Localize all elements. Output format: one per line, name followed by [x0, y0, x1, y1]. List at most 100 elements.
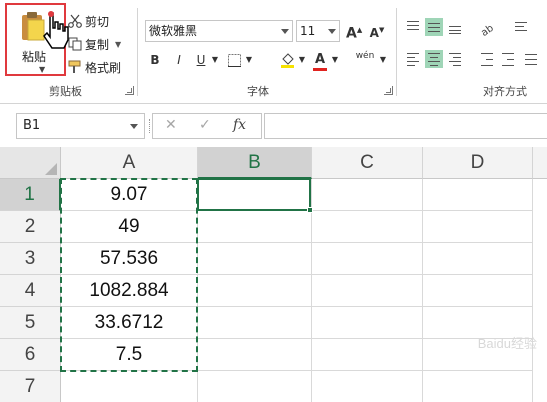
format-painter-label: 格式刷 [85, 60, 122, 75]
cell-c6[interactable] [312, 339, 423, 371]
copy-icon [68, 37, 82, 51]
cancel-icon[interactable]: ✕ [165, 117, 177, 133]
format-painter-icon [68, 60, 81, 73]
align-middle-button[interactable] [425, 18, 443, 36]
align-right-button[interactable] [446, 50, 464, 68]
ribbon: 粘贴 ▼ 剪切 复制 ▼ 格式刷 剪贴板 微软雅黑 11 A▲ A▼ B I U… [0, 0, 547, 103]
copy-label: 复制 [85, 37, 110, 52]
group-divider [396, 8, 397, 96]
border-button[interactable] [225, 50, 243, 70]
cell-b6[interactable] [198, 339, 312, 371]
chevron-down-icon [130, 124, 138, 129]
font-size-select[interactable]: 11 [296, 20, 340, 42]
cell-b5[interactable] [198, 307, 312, 339]
format-painter-button[interactable]: 格式刷 [68, 57, 121, 77]
paint-bucket-icon [280, 53, 294, 68]
cut-button[interactable]: 剪切 [68, 11, 109, 31]
chevron-down-icon[interactable]: ▼ [244, 50, 254, 70]
row-header-1[interactable]: 1 [0, 179, 61, 211]
formula-tools: ✕ ✓ fx [152, 113, 262, 139]
cell-d7[interactable] [423, 371, 533, 402]
align-left-button[interactable] [404, 50, 422, 68]
italic-letter: I [177, 53, 181, 67]
select-all-icon [45, 163, 57, 175]
font-name-select[interactable]: 微软雅黑 [145, 20, 293, 42]
insert-function-icon[interactable]: fx [233, 117, 246, 133]
row-header-5[interactable]: 5 [0, 307, 61, 339]
cell-c7[interactable] [312, 371, 423, 402]
cell-c2[interactable] [312, 211, 423, 243]
name-box[interactable]: B1 [16, 113, 145, 139]
column-header-a[interactable]: A [61, 147, 198, 179]
font-color-icon [313, 68, 327, 71]
merge-center-button[interactable] [522, 50, 540, 68]
bold-letter: B [150, 53, 160, 67]
orientation-button[interactable]: ab [478, 18, 496, 39]
chevron-down-icon [328, 29, 336, 34]
row-header-6[interactable]: 6 [0, 339, 61, 371]
font-size-value: 11 [300, 24, 316, 38]
cell-b4[interactable] [198, 275, 312, 307]
underline-letter: U [196, 53, 206, 67]
row-header-7[interactable]: 7 [0, 371, 61, 402]
increase-font-button[interactable]: A▲ [346, 20, 362, 42]
decrease-font-letter: A [369, 26, 379, 40]
border-icon [227, 54, 241, 67]
cell-b2[interactable] [198, 211, 312, 243]
clipboard-group-label: 剪贴板 [49, 85, 82, 98]
phonetic-label: wén [355, 51, 375, 61]
cell-b7[interactable] [198, 371, 312, 402]
formula-bar: B1 ✕ ✓ fx [0, 103, 547, 147]
chevron-down-icon[interactable]: ▼ [297, 50, 307, 70]
chevron-down-icon[interactable]: ▼ [115, 40, 121, 49]
align-center-button[interactable] [425, 50, 443, 68]
name-box-value: B1 [23, 118, 41, 133]
chevron-down-icon [281, 29, 289, 34]
cell-d3[interactable] [423, 243, 533, 275]
enter-icon[interactable]: ✓ [199, 117, 211, 133]
bold-button[interactable]: B [147, 50, 163, 70]
underline-button[interactable]: U [193, 50, 209, 70]
row-header-2[interactable]: 2 [0, 211, 61, 243]
font-name-value: 微软雅黑 [149, 24, 198, 38]
chevron-down-icon[interactable]: ▼ [378, 50, 388, 70]
chevron-down-icon[interactable]: ▼ [210, 50, 220, 70]
copy-button[interactable]: 复制 ▼ [68, 34, 121, 54]
italic-button[interactable]: I [171, 50, 187, 70]
clipboard-launcher-icon[interactable] [125, 86, 134, 95]
increase-font-letter: A [346, 25, 357, 42]
formula-input[interactable] [264, 113, 547, 139]
cell-a7[interactable] [61, 371, 198, 402]
row-header-3[interactable]: 3 [0, 243, 61, 275]
select-all-button[interactable] [0, 147, 61, 179]
cell-c1[interactable] [312, 179, 423, 211]
increase-indent-button[interactable] [499, 50, 517, 68]
watermark: Baidu经验 [477, 336, 537, 351]
fill-color-button[interactable] [278, 50, 296, 70]
cell-d4[interactable] [423, 275, 533, 307]
cell-c4[interactable] [312, 275, 423, 307]
column-header-c[interactable]: C [312, 147, 423, 179]
decrease-indent-button[interactable] [478, 50, 496, 68]
cell-d1[interactable] [423, 179, 533, 211]
column-header-b[interactable]: B [198, 147, 312, 179]
cell-d2[interactable] [423, 211, 533, 243]
phonetic-button[interactable]: wén [354, 50, 376, 70]
align-top-button[interactable] [404, 18, 422, 36]
worksheet-grid[interactable]: A B C D 1 2 3 4 5 6 7 9.07 49 57.536 108… [0, 147, 547, 402]
font-launcher-icon[interactable] [384, 86, 393, 95]
row-header-4[interactable]: 4 [0, 275, 61, 307]
wrap-text-button[interactable] [512, 18, 530, 36]
font-color-button[interactable]: A [312, 50, 328, 71]
decrease-font-button[interactable]: A▼ [369, 20, 385, 40]
formula-bar-grip[interactable] [149, 119, 151, 133]
column-header-e[interactable] [533, 147, 547, 179]
column-header-d[interactable]: D [423, 147, 533, 179]
chevron-down-icon[interactable]: ▼ [330, 50, 340, 70]
cut-label: 剪切 [85, 14, 110, 29]
fill-handle[interactable] [307, 207, 313, 213]
align-bottom-button[interactable] [446, 18, 464, 36]
cell-c5[interactable] [312, 307, 423, 339]
cell-b3[interactable] [198, 243, 312, 275]
cell-c3[interactable] [312, 243, 423, 275]
